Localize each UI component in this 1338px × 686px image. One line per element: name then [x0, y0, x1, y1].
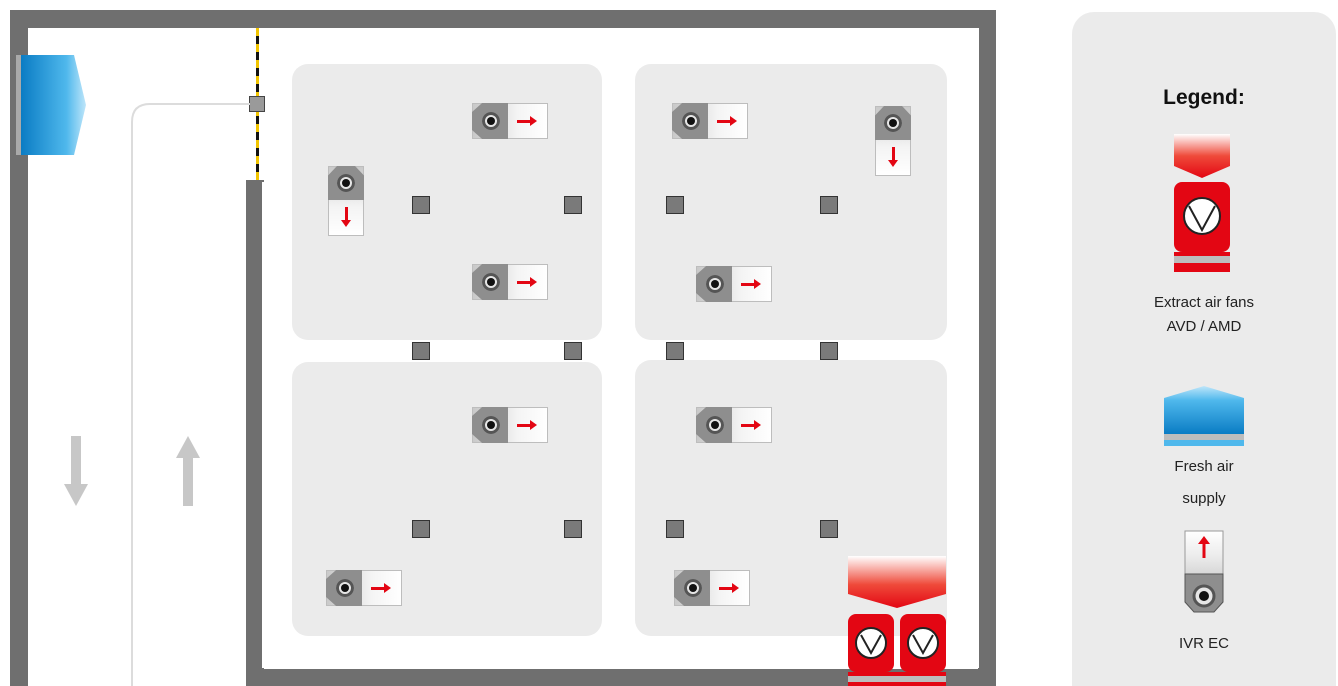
- pillar: [412, 342, 430, 360]
- pillar: [666, 342, 684, 360]
- jet-fan-icon: [875, 106, 911, 176]
- ivr-ec-legend-icon: [1184, 530, 1224, 613]
- jet-fan-icon: [472, 103, 548, 139]
- extract-fan-icon: [900, 614, 946, 672]
- fresh-air-label-1: Fresh air: [1174, 458, 1234, 475]
- fresh-air-label-2: supply: [1182, 490, 1226, 507]
- fresh-air-inlet-icon: [16, 55, 86, 155]
- pillar: [820, 520, 838, 538]
- jet-fan-icon: [472, 407, 548, 443]
- extract-air-gradient: [848, 556, 946, 608]
- wall-top: [10, 10, 996, 28]
- jet-fan-icon: [674, 570, 750, 606]
- pillar: [412, 520, 430, 538]
- extract-fans-label-1: Extract air fans: [1153, 294, 1255, 311]
- flow-arrow-up: [176, 436, 200, 506]
- inner-white-top: [28, 28, 978, 31]
- extract-fan-legend-icon: [1174, 134, 1230, 272]
- ivr-ec-label: IVR EC: [1178, 635, 1229, 652]
- jet-fan-icon: [696, 266, 772, 302]
- pillar: [820, 342, 838, 360]
- extract-fans-label-2: AVD / AMD: [1166, 318, 1242, 335]
- jet-fan-icon: [328, 166, 364, 236]
- flow-arrow-down: [64, 436, 88, 506]
- pillar: [666, 520, 684, 538]
- pillar: [666, 196, 684, 214]
- jet-fan-icon: [472, 264, 548, 300]
- driveway-lane: [131, 103, 250, 686]
- extract-fan-icon: [848, 614, 894, 672]
- pillar: [412, 196, 430, 214]
- legend-panel: Legend: Extract air fans AVD / AMD Fresh…: [1072, 12, 1336, 686]
- pillar: [564, 196, 582, 214]
- fresh-air-legend-icon: [1164, 386, 1244, 446]
- jet-fan-icon: [672, 103, 748, 139]
- legend-title: Legend:: [1163, 86, 1245, 109]
- jet-fan-icon: [696, 407, 772, 443]
- wall-right: [978, 10, 996, 686]
- inner-white-right: [976, 28, 979, 668]
- pillar: [820, 196, 838, 214]
- extract-fan-base-stripe: [848, 676, 946, 682]
- pillar: [564, 342, 582, 360]
- jet-fan-icon: [326, 570, 402, 606]
- inner-white-partition: [262, 182, 265, 668]
- pillar: [564, 520, 582, 538]
